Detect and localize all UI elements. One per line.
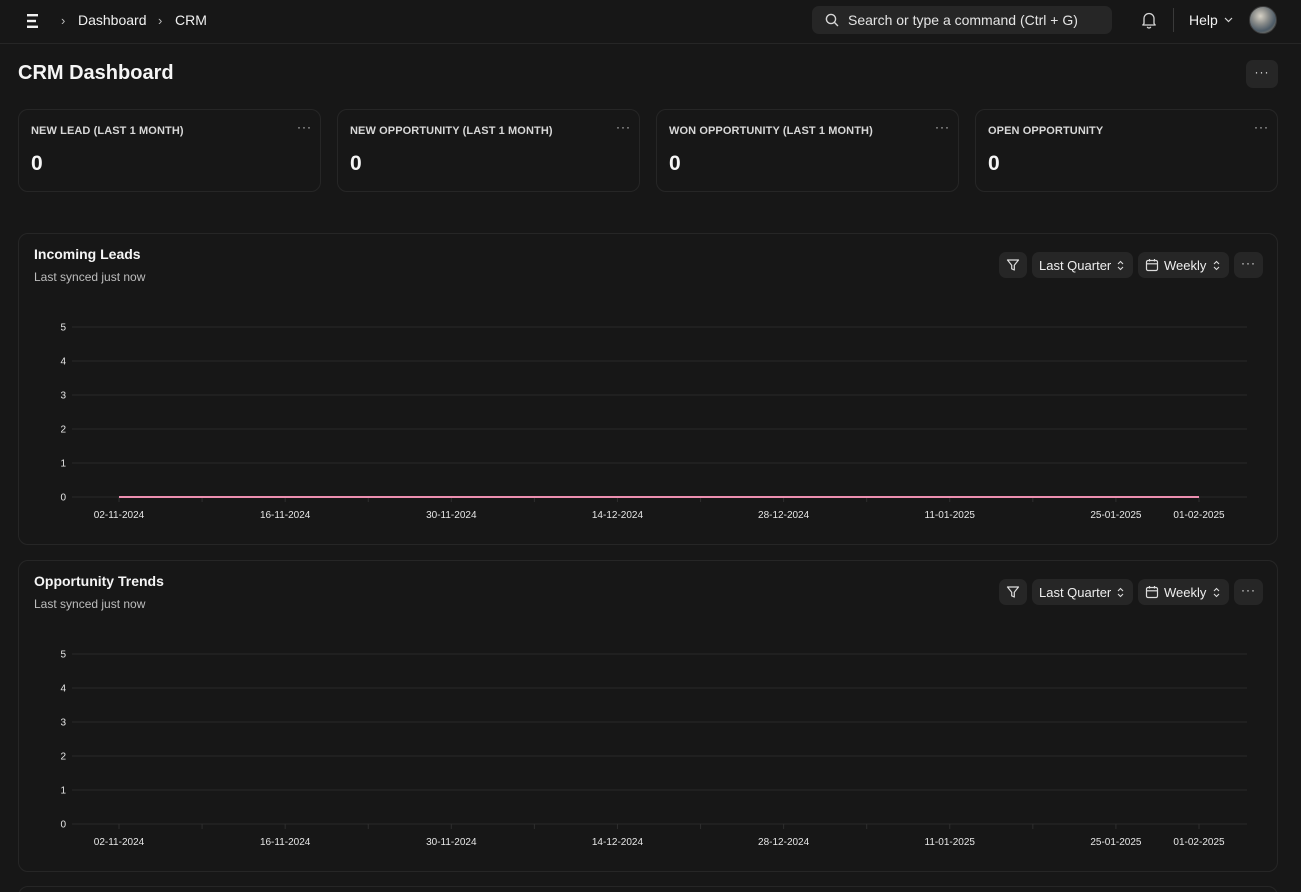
logo-icon[interactable] (26, 12, 40, 30)
number-card-open-opportunity[interactable]: OPEN OPPORTUNITY 0 ··· (975, 109, 1278, 192)
more-icon: ··· (1254, 65, 1270, 79)
y-tick-label: 5 (60, 650, 66, 661)
dashboard-more-button[interactable]: ··· (1246, 60, 1278, 88)
y-tick-label: 3 (60, 718, 66, 729)
y-tick-label: 0 (60, 493, 66, 504)
x-tick-label: 02-11-2024 (94, 510, 145, 521)
card-value: 0 (350, 152, 362, 175)
y-tick-label: 4 (60, 684, 66, 695)
card-value: 0 (988, 152, 1000, 175)
x-tick-label: 02-11-2024 (94, 837, 145, 848)
x-tick-label: 14-12-2024 (592, 837, 644, 848)
x-tick-label: 30-11-2024 (426, 837, 477, 848)
chevron-right-icon: › (61, 13, 66, 28)
y-tick-label: 0 (60, 820, 66, 831)
x-tick-label: 28-12-2024 (758, 510, 810, 521)
avatar[interactable] (1249, 6, 1277, 34)
help-menu-button[interactable]: Help (1189, 12, 1218, 28)
x-tick-label: 14-12-2024 (592, 510, 644, 521)
chart-panel-partial (18, 886, 1278, 892)
more-icon[interactable]: ··· (935, 120, 950, 134)
y-tick-label: 2 (60, 752, 66, 763)
y-tick-label: 5 (60, 323, 66, 334)
top-navbar: › Dashboard › CRM Search or type a comma… (0, 0, 1301, 44)
y-tick-label: 3 (60, 391, 66, 402)
x-tick-label: 28-12-2024 (758, 837, 810, 848)
card-label: OPEN OPPORTUNITY (988, 125, 1104, 137)
navbar-divider (1173, 8, 1174, 32)
line-chart-incoming-leads: 0 1 2 3 4 5 02-11-2024 16-11-2024 30-11-2024 14-1… (60, 323, 1247, 521)
number-card-won-opportunity[interactable]: WON OPPORTUNITY (LAST 1 MONTH) 0 ··· (656, 109, 959, 192)
y-tick-label: 2 (60, 425, 66, 436)
x-tick-label: 11-01-2025 (925, 510, 976, 521)
x-tick-label: 25-01-2025 (1090, 510, 1142, 521)
card-label: NEW OPPORTUNITY (LAST 1 MONTH) (350, 125, 553, 137)
x-tick-label: 16-11-2024 (260, 510, 311, 521)
breadcrumb-dashboard[interactable]: Dashboard (78, 12, 147, 28)
y-tick-label: 1 (60, 459, 66, 470)
card-label: WON OPPORTUNITY (LAST 1 MONTH) (669, 125, 873, 137)
number-card-new-lead[interactable]: NEW LEAD (LAST 1 MONTH) 0 ··· (18, 109, 321, 192)
card-value: 0 (31, 152, 43, 175)
breadcrumb-crm[interactable]: CRM (175, 12, 207, 28)
search-icon (825, 13, 839, 27)
x-tick-label: 01-02-2025 (1173, 837, 1225, 848)
chevron-down-icon[interactable] (1224, 17, 1233, 23)
line-chart-opportunity-trends: 0 1 2 3 4 5 02-11-2024 16-11-2024 30-11-2024 14-1… (60, 650, 1247, 848)
x-tick-label: 16-11-2024 (260, 837, 311, 848)
y-tick-label: 4 (60, 357, 66, 368)
page-title: CRM Dashboard (18, 62, 174, 84)
bell-icon[interactable] (1141, 11, 1157, 29)
x-tick-label: 01-02-2025 (1173, 510, 1225, 521)
more-icon[interactable]: ··· (1254, 120, 1269, 134)
number-card-new-opportunity[interactable]: NEW OPPORTUNITY (LAST 1 MONTH) 0 ··· (337, 109, 640, 192)
y-tick-label: 1 (60, 786, 66, 797)
chart-panel-incoming-leads: Incoming Leads Last synced just now Last… (18, 233, 1278, 545)
x-tick-label: 25-01-2025 (1090, 837, 1142, 848)
x-tick-label: 30-11-2024 (426, 510, 477, 521)
search-bar[interactable]: Search or type a command (Ctrl + G) (812, 6, 1112, 34)
chart-panel-opportunity-trends: Opportunity Trends Last synced just now … (18, 560, 1278, 872)
more-icon[interactable]: ··· (297, 120, 312, 134)
x-tick-label: 11-01-2025 (925, 837, 976, 848)
chevron-right-icon: › (158, 13, 163, 28)
card-value: 0 (669, 152, 681, 175)
search-placeholder: Search or type a command (Ctrl + G) (848, 12, 1078, 28)
more-icon[interactable]: ··· (616, 120, 631, 134)
card-label: NEW LEAD (LAST 1 MONTH) (31, 125, 184, 137)
